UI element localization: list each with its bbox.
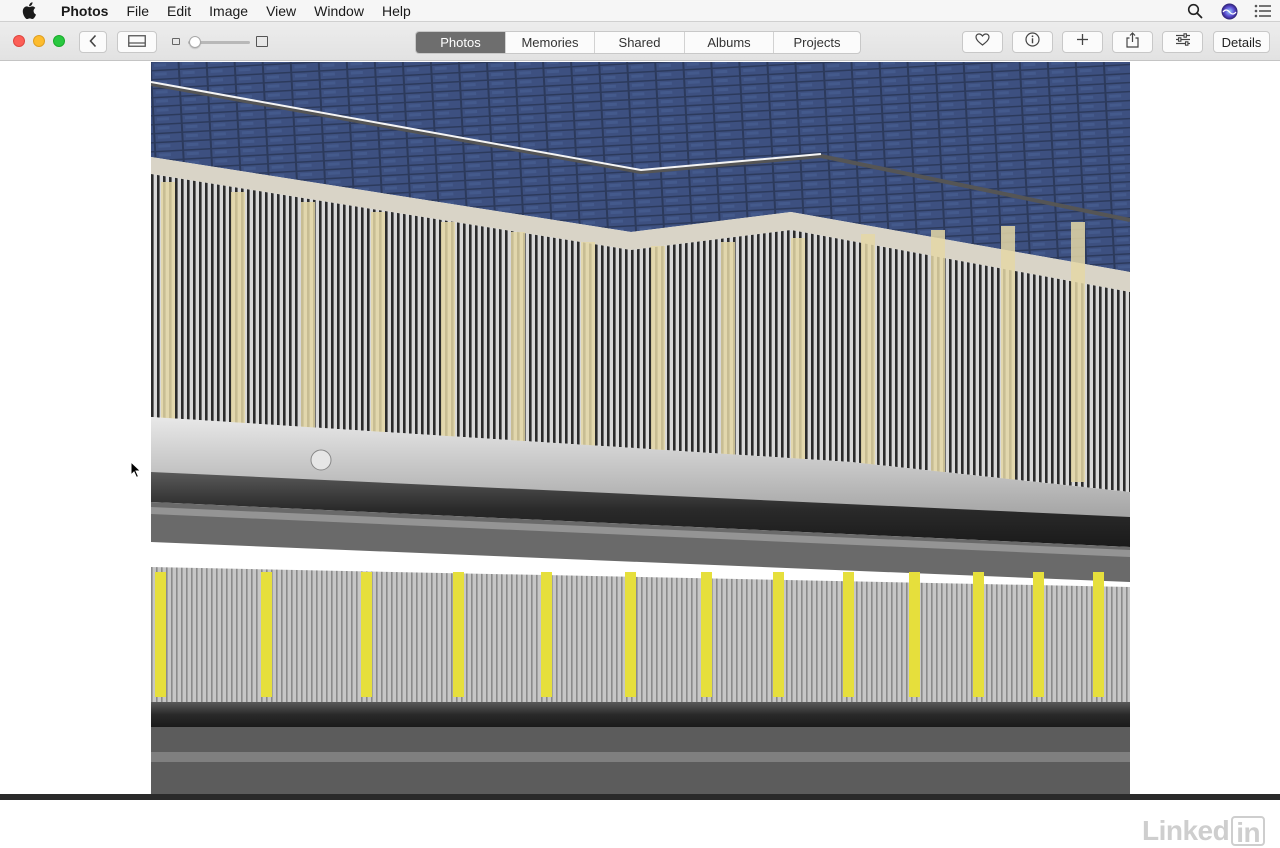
escalator-yellow-cleat (155, 572, 166, 697)
sidebar-toggle-icon (128, 34, 146, 50)
stair-cleat (301, 202, 315, 462)
close-window-button[interactable] (13, 35, 25, 47)
fullscreen-window-button[interactable] (53, 35, 65, 47)
view-tabs: Photos Memories Shared Albums Projects (415, 31, 861, 54)
tab-shared[interactable]: Shared (594, 32, 684, 53)
stair-cleat (231, 192, 245, 452)
notification-center-icon[interactable] (1246, 0, 1280, 22)
favorite-button[interactable] (962, 31, 1003, 53)
details-button[interactable]: Details (1213, 31, 1270, 53)
menu-edit[interactable]: Edit (158, 0, 200, 22)
tab-memories[interactable]: Memories (505, 32, 594, 53)
adjust-sliders-icon (1175, 33, 1191, 51)
zoom-slider[interactable] (170, 34, 270, 50)
window-toolbar: Photos Memories Shared Albums Projects D… (0, 22, 1280, 61)
menu-bar: Photos File Edit Image View Window Help (0, 0, 1280, 22)
watermark-in-box: in (1231, 816, 1266, 848)
menu-image[interactable]: Image (200, 0, 257, 22)
zoom-slider-knob[interactable] (188, 36, 201, 48)
status-menu-area (1178, 0, 1280, 22)
escalator-yellow-cleat (843, 572, 854, 697)
menu-help[interactable]: Help (373, 0, 420, 22)
tab-photos[interactable]: Photos (416, 32, 505, 53)
mouse-cursor-icon (130, 461, 142, 479)
escalator-yellow-cleat (625, 572, 636, 697)
menu-view[interactable]: View (257, 0, 305, 22)
heart-icon (975, 33, 990, 51)
escalator-yellow-cleat (261, 572, 272, 697)
escalator-yellow-cleat (1033, 572, 1044, 697)
escalator-yellow-cleat (973, 572, 984, 697)
zoom-out-icon (172, 38, 180, 45)
tab-projects[interactable]: Projects (773, 32, 860, 53)
share-icon (1126, 31, 1139, 53)
landing-bolt (310, 449, 332, 471)
edit-adjust-button[interactable] (1162, 31, 1203, 53)
info-icon (1025, 32, 1040, 52)
minimize-window-button[interactable] (33, 35, 45, 47)
chevron-left-icon (88, 34, 98, 51)
apple-logo-icon[interactable] (20, 2, 38, 20)
escalator-yellow-cleat (541, 572, 552, 697)
share-button[interactable] (1112, 31, 1153, 53)
add-to-button[interactable] (1062, 31, 1103, 53)
sidebar-toggle-button[interactable] (117, 31, 157, 53)
plus-icon (1076, 33, 1089, 51)
photo-canvas (151, 62, 1130, 794)
menu-app-name[interactable]: Photos (52, 0, 117, 22)
linkedin-watermark: Linked in (1142, 814, 1266, 848)
escalator-yellow-cleat (453, 572, 464, 697)
stair-cleat (931, 230, 945, 490)
escalator-yellow-cleat (1093, 572, 1104, 697)
escalator-photo[interactable] (151, 62, 1130, 794)
escalator-yellow-cleat (909, 572, 920, 697)
escalator-yellow-cleat (361, 572, 372, 697)
menu-file[interactable]: File (117, 0, 158, 22)
stair-cleat (1001, 226, 1015, 486)
window-bottom-edge (0, 794, 1280, 800)
lower-rail-shine (151, 752, 1130, 762)
stair-cleat (161, 182, 175, 442)
stair-cleat (1071, 222, 1085, 482)
menu-window[interactable]: Window (305, 0, 373, 22)
watermark-text: Linked (1142, 815, 1230, 846)
zoom-in-icon (256, 36, 268, 47)
escalator-yellow-cleat (701, 572, 712, 697)
siri-icon[interactable] (1212, 0, 1246, 22)
stair-cleat (861, 234, 875, 494)
info-button[interactable] (1012, 31, 1053, 53)
lower-rail (151, 702, 1130, 727)
spotlight-search-icon[interactable] (1178, 0, 1212, 22)
tab-albums[interactable]: Albums (684, 32, 773, 53)
escalator-yellow-cleat (773, 572, 784, 697)
photo-viewer: Linked in (0, 62, 1280, 848)
back-button[interactable] (79, 31, 107, 53)
